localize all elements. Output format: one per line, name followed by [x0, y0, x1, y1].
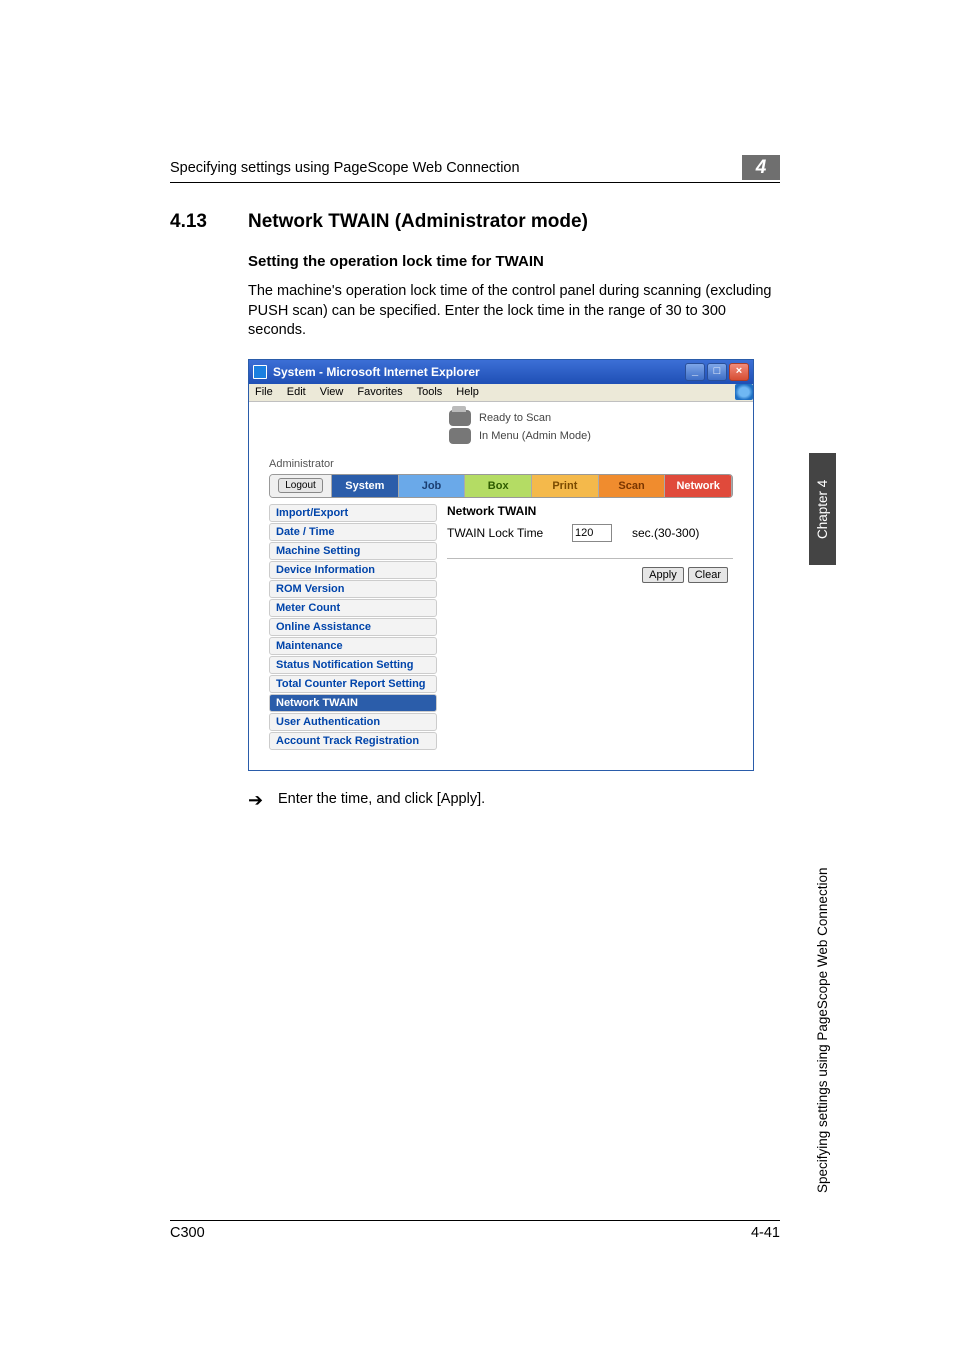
sidebar-item-maintenance[interactable]: Maintenance	[269, 637, 437, 655]
logout-cell: Logout	[270, 475, 332, 497]
tab-network[interactable]: Network	[665, 475, 732, 497]
sidebar-item-network-twain[interactable]: Network TWAIN	[269, 694, 437, 712]
sidebar-item-meter-count[interactable]: Meter Count	[269, 599, 437, 617]
menu-tools[interactable]: Tools	[417, 386, 443, 398]
tab-print[interactable]: Print	[532, 475, 599, 497]
section-body: The machine's operation lock time of the…	[248, 282, 780, 341]
running-title: Specifying settings using PageScope Web …	[170, 160, 742, 176]
window-titlebar: System - Microsoft Internet Explorer _ □…	[249, 360, 753, 384]
user-mode-label: Administrator	[269, 458, 743, 470]
apply-button[interactable]: Apply	[642, 567, 684, 583]
logout-button[interactable]: Logout	[278, 478, 323, 493]
mode-icon	[449, 428, 471, 444]
sidebar-item-user-authentication[interactable]: User Authentication	[269, 713, 437, 731]
window-body: Ready to Scan In Menu (Admin Mode) Admin…	[249, 402, 753, 770]
lock-time-row: TWAIN Lock Time sec.(30-300)	[447, 524, 733, 542]
ie-page-icon	[253, 365, 267, 379]
menu-edit[interactable]: Edit	[287, 386, 306, 398]
footer-right: 4-41	[751, 1225, 780, 1241]
sidebar-item-machine-setting[interactable]: Machine Setting	[269, 542, 437, 560]
status-mode: In Menu (Admin Mode)	[479, 430, 591, 442]
tab-job[interactable]: Job	[399, 475, 466, 497]
sidebar-item-device-info[interactable]: Device Information	[269, 561, 437, 579]
browser-window: System - Microsoft Internet Explorer _ □…	[248, 359, 754, 771]
sidebar-item-import-export[interactable]: Import/Export	[269, 504, 437, 522]
arrow-icon: ➔	[248, 791, 278, 809]
status-ready: Ready to Scan	[479, 412, 551, 424]
menu-help[interactable]: Help	[456, 386, 479, 398]
running-header: Specifying settings using PageScope Web …	[170, 155, 780, 183]
menubar: File Edit View Favorites Tools Help	[249, 384, 753, 402]
minimize-button[interactable]: _	[685, 363, 705, 381]
menu-view[interactable]: View	[320, 386, 344, 398]
page-footer: C300 4-41	[170, 1220, 780, 1241]
printer-icon	[449, 410, 471, 426]
footer-left: C300	[170, 1225, 205, 1241]
main-tabs: Logout System Job Box Print Scan Network	[269, 474, 733, 498]
section-number: 4.13	[170, 211, 248, 233]
sidebar-item-total-counter-report[interactable]: Total Counter Report Setting	[269, 675, 437, 693]
menu-favorites[interactable]: Favorites	[357, 386, 402, 398]
window-title: System - Microsoft Internet Explorer	[273, 365, 683, 379]
thumb-tab-caption: Specifying settings using PageScope Web …	[809, 573, 836, 1193]
tab-system[interactable]: System	[332, 475, 399, 497]
lock-time-input[interactable]	[572, 524, 612, 542]
clear-button[interactable]: Clear	[688, 567, 728, 583]
section-subtitle: Setting the operation lock time for TWAI…	[248, 253, 780, 270]
close-button[interactable]: ×	[729, 363, 749, 381]
section-heading: 4.13 Network TWAIN (Administrator mode)	[170, 211, 780, 233]
tab-scan[interactable]: Scan	[599, 475, 666, 497]
maximize-button[interactable]: □	[707, 363, 727, 381]
sidebar: Import/Export Date / Time Machine Settin…	[269, 504, 437, 750]
instruction-line: ➔ Enter the time, and click [Apply].	[248, 791, 780, 809]
menu-file[interactable]: File	[255, 386, 273, 398]
sidebar-item-status-notification[interactable]: Status Notification Setting	[269, 656, 437, 674]
section-title-text: Network TWAIN (Administrator mode)	[248, 211, 588, 233]
pane-title: Network TWAIN	[447, 504, 733, 518]
thumb-tab-chapter: Chapter 4	[809, 453, 836, 565]
sidebar-item-rom-version[interactable]: ROM Version	[269, 580, 437, 598]
sidebar-item-date-time[interactable]: Date / Time	[269, 523, 437, 541]
chapter-badge: 4	[742, 155, 780, 180]
tab-box[interactable]: Box	[465, 475, 532, 497]
sidebar-item-online-assistance[interactable]: Online Assistance	[269, 618, 437, 636]
instruction-text: Enter the time, and click [Apply].	[278, 791, 485, 807]
sidebar-item-account-track-registration[interactable]: Account Track Registration	[269, 732, 437, 750]
lock-time-label: TWAIN Lock Time	[447, 526, 552, 540]
lock-time-suffix: sec.(30-300)	[632, 526, 699, 540]
content-pane: Network TWAIN TWAIN Lock Time sec.(30-30…	[447, 504, 733, 750]
ie-logo-icon	[735, 384, 753, 400]
pane-separator	[447, 558, 733, 559]
